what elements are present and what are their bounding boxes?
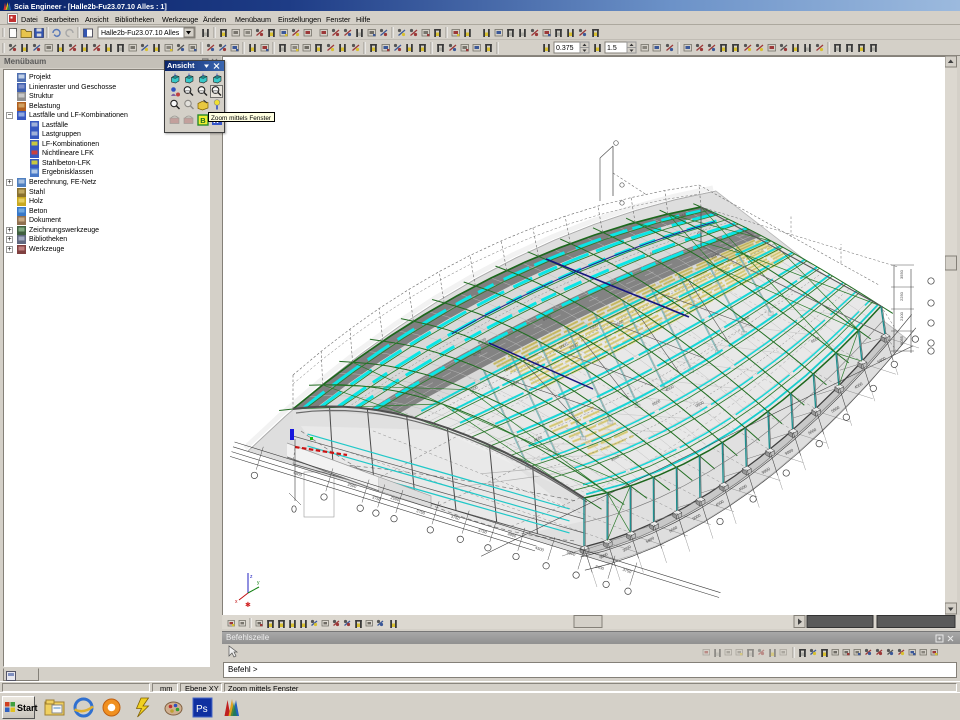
- svg-text:Halle2b-Fu23.07.10 Alles: Halle2b-Fu23.07.10 Alles: [101, 30, 180, 37]
- svg-text:2250: 2250: [899, 291, 904, 301]
- svg-text:1.5: 1.5: [607, 45, 617, 52]
- svg-text:0.375: 0.375: [556, 45, 574, 52]
- svg-text:✱: ✱: [245, 601, 251, 609]
- svg-text:9055: 9055: [899, 335, 904, 345]
- svg-text:B: B: [200, 116, 206, 125]
- svg-text:2100: 2100: [899, 311, 904, 321]
- svg-text:Ps: Ps: [196, 704, 208, 715]
- svg-text:3550: 3550: [899, 269, 904, 279]
